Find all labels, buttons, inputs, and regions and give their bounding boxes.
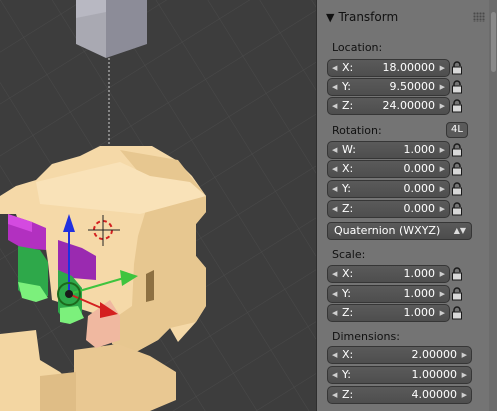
increment-arrow-icon[interactable]: ▶ (440, 142, 445, 158)
field-value: 1.000 (403, 306, 436, 319)
field-value: 24.00000 (382, 99, 436, 112)
rotation-z-field[interactable]: ◀ Z: 0.000 ▶ (327, 200, 450, 218)
field-value: 1.000 (403, 267, 436, 280)
axis-label: Y: (342, 80, 351, 93)
location-x-field[interactable]: ◀ X: 18.00000 ▶ (327, 59, 450, 77)
decrement-arrow-icon[interactable]: ◀ (332, 142, 337, 158)
axis-label: Y: (342, 287, 351, 300)
decrement-arrow-icon[interactable]: ◀ (332, 161, 337, 177)
increment-arrow-icon[interactable]: ▶ (440, 201, 445, 217)
lock-icon[interactable] (448, 200, 466, 218)
lock-4l-button[interactable]: 4L (446, 122, 468, 138)
decrement-arrow-icon[interactable]: ◀ (332, 98, 337, 114)
scale-x-field[interactable]: ◀ X: 1.000 ▶ (327, 265, 450, 283)
axis-label: Z: (342, 306, 354, 319)
increment-arrow-icon[interactable]: ▶ (440, 98, 445, 114)
axis-label: X: (342, 61, 354, 74)
lock-icon[interactable] (448, 265, 466, 283)
rotation-x-field[interactable]: ◀ X: 0.000 ▶ (327, 160, 450, 178)
increment-arrow-icon[interactable]: ▶ (462, 347, 467, 363)
decrement-arrow-icon[interactable]: ◀ (332, 60, 337, 76)
increment-arrow-icon[interactable]: ▶ (440, 305, 445, 321)
scrollbar-thumb[interactable] (491, 12, 496, 72)
increment-arrow-icon[interactable]: ▶ (462, 387, 467, 403)
axis-label: X: (342, 162, 354, 175)
axis-label: Y: (342, 368, 351, 381)
lock-icon[interactable] (448, 141, 466, 159)
axis-label: Y: (342, 182, 351, 195)
field-value: 0.000 (403, 162, 436, 175)
dimensions-z-field[interactable]: ◀ Z: 4.00000 ▶ (327, 386, 472, 404)
panel-scrollbar[interactable] (489, 0, 497, 411)
field-value: 1.000 (403, 287, 436, 300)
increment-arrow-icon[interactable]: ▶ (440, 79, 445, 95)
field-value: 0.000 (403, 202, 436, 215)
increment-arrow-icon[interactable]: ▶ (440, 181, 445, 197)
rotation-y-field[interactable]: ◀ Y: 0.000 ▶ (327, 180, 450, 198)
increment-arrow-icon[interactable]: ▶ (440, 266, 445, 282)
axis-label: Z: (342, 388, 354, 401)
rotation-mode-dropdown[interactable]: Quaternion (WXYZ) ▲▼ (327, 222, 472, 240)
transform-panel-header[interactable]: ▼ Transform (317, 0, 489, 34)
drag-grip-icon[interactable] (473, 12, 485, 22)
field-value: 1.000 (403, 143, 436, 156)
scale-y-field[interactable]: ◀ Y: 1.000 ▶ (327, 285, 450, 303)
axis-label: Z: (342, 99, 354, 112)
increment-arrow-icon[interactable]: ▶ (462, 367, 467, 383)
lock-icon[interactable] (448, 180, 466, 198)
decrement-arrow-icon[interactable]: ◀ (332, 286, 337, 302)
disclosure-triangle-down-icon[interactable]: ▼ (326, 11, 334, 24)
scale-z-field[interactable]: ◀ Z: 1.000 ▶ (327, 304, 450, 322)
lock-icon[interactable] (448, 304, 466, 322)
rotation-w-field[interactable]: ◀ W: 1.000 ▶ (327, 141, 450, 159)
field-value: 4.00000 (411, 388, 458, 401)
decrement-arrow-icon[interactable]: ◀ (332, 367, 337, 383)
axis-label: Z: (342, 202, 354, 215)
scale-label: Scale: (332, 248, 366, 261)
field-value: 1.00000 (411, 368, 458, 381)
dimensions-x-field[interactable]: ◀ X: 2.00000 ▶ (327, 346, 472, 364)
decrement-arrow-icon[interactable]: ◀ (332, 387, 337, 403)
properties-panel: ▼ Transform Location: ◀ X: 18.00000 ▶ ◀ … (316, 0, 497, 411)
decrement-arrow-icon[interactable]: ◀ (332, 266, 337, 282)
increment-arrow-icon[interactable]: ▶ (440, 60, 445, 76)
increment-arrow-icon[interactable]: ▶ (440, 161, 445, 177)
dimensions-y-field[interactable]: ◀ Y: 1.00000 ▶ (327, 366, 472, 384)
axis-label: X: (342, 267, 354, 280)
rotation-label: Rotation: (332, 124, 382, 137)
lock-icon[interactable] (448, 78, 466, 96)
decrement-arrow-icon[interactable]: ◀ (332, 347, 337, 363)
axis-label: W: (342, 143, 356, 156)
increment-arrow-icon[interactable]: ▶ (440, 286, 445, 302)
location-label: Location: (332, 41, 383, 54)
axis-label: X: (342, 348, 354, 361)
panel-title: Transform (338, 10, 399, 24)
field-value: 9.50000 (389, 80, 436, 93)
location-y-field[interactable]: ◀ Y: 9.50000 ▶ (327, 78, 450, 96)
lock-icon[interactable] (448, 59, 466, 77)
3d-viewport[interactable] (0, 0, 316, 411)
decrement-arrow-icon[interactable]: ◀ (332, 305, 337, 321)
dropdown-value: Quaternion (WXYZ) (334, 224, 441, 237)
lock-icon[interactable] (448, 97, 466, 115)
field-value: 18.00000 (382, 61, 436, 74)
lock-icon[interactable] (448, 285, 466, 303)
decrement-arrow-icon[interactable]: ◀ (332, 201, 337, 217)
field-value: 2.00000 (411, 348, 458, 361)
viewport-scene (0, 0, 316, 411)
decrement-arrow-icon[interactable]: ◀ (332, 79, 337, 95)
up-down-chevron-icon: ▲▼ (453, 226, 466, 235)
dimensions-label: Dimensions: (332, 330, 400, 343)
location-z-field[interactable]: ◀ Z: 24.00000 ▶ (327, 97, 450, 115)
decrement-arrow-icon[interactable]: ◀ (332, 181, 337, 197)
field-value: 0.000 (403, 182, 436, 195)
lock-icon[interactable] (448, 160, 466, 178)
